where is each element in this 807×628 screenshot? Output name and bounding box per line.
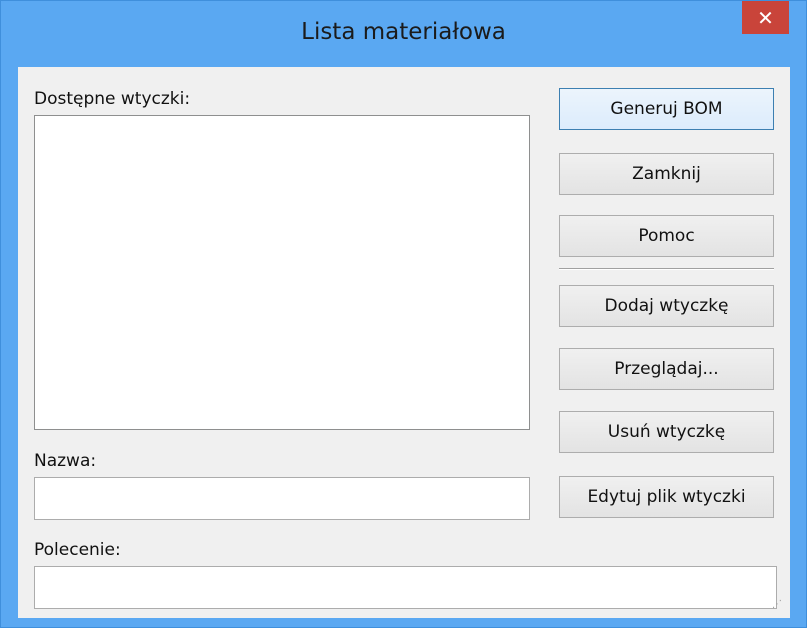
command-field[interactable] — [34, 566, 777, 609]
resize-grip-icon[interactable]: ⋰ — [772, 600, 784, 614]
browse-button[interactable]: Przeglądaj... — [559, 348, 774, 390]
window-title: Lista materiałowa — [301, 19, 506, 45]
add-plugin-button[interactable]: Dodaj wtyczkę — [559, 285, 774, 327]
close-icon: ✕ — [757, 5, 774, 30]
bom-dialog-window: Lista materiałowa ✕ Dostępne wtyczki: Na… — [0, 0, 807, 628]
button-separator — [559, 268, 774, 270]
close-button[interactable]: Zamknij — [559, 153, 774, 195]
available-plugins-list[interactable] — [34, 115, 530, 430]
name-label: Nazwa: — [34, 451, 97, 471]
command-label: Polecenie: — [34, 540, 121, 560]
close-window-button[interactable]: ✕ — [742, 1, 789, 34]
dialog-client-area: Dostępne wtyczki: Nazwa: Polecenie: Gene… — [18, 67, 790, 618]
available-plugins-label: Dostępne wtyczki: — [34, 89, 191, 109]
help-button[interactable]: Pomoc — [559, 215, 774, 257]
edit-plugin-file-button[interactable]: Edytuj plik wtyczki — [559, 476, 774, 518]
name-field[interactable] — [34, 477, 530, 520]
remove-plugin-button[interactable]: Usuń wtyczkę — [559, 411, 774, 453]
generate-bom-button[interactable]: Generuj BOM — [559, 88, 774, 130]
title-bar[interactable]: Lista materiałowa ✕ — [1, 1, 806, 67]
